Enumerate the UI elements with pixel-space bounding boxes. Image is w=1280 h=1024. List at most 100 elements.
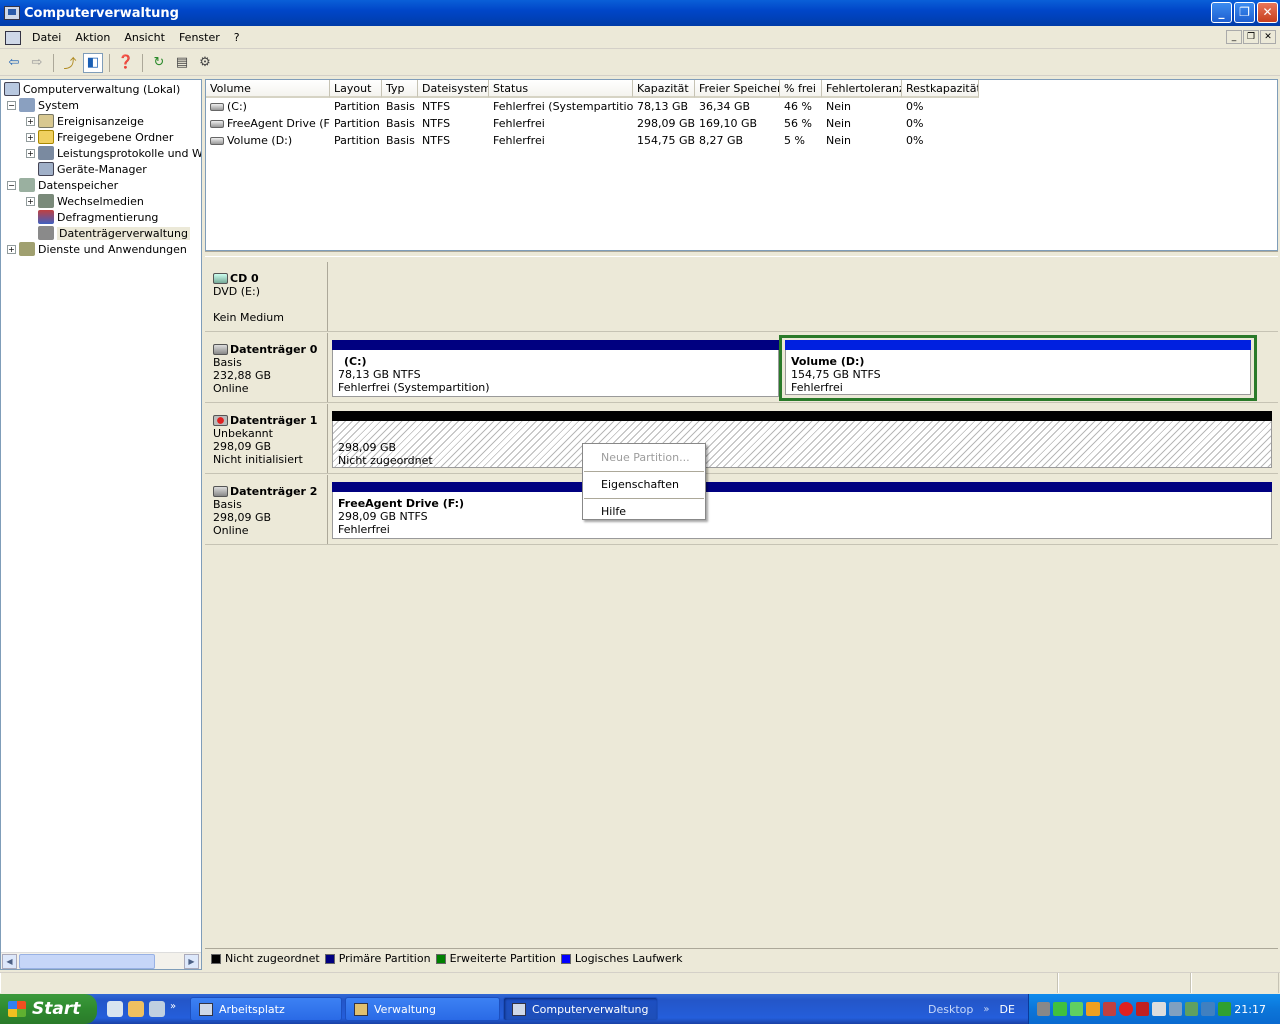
mdi-icon[interactable] [5, 30, 21, 45]
chevron-right-icon[interactable]: » [983, 1004, 989, 1015]
collapse-icon[interactable]: − [7, 100, 16, 110]
unallocated-bar [332, 411, 1272, 421]
tray-icon[interactable] [1086, 1002, 1100, 1016]
properties-icon[interactable]: ▤ [172, 53, 192, 73]
tree-item-event-viewer[interactable]: + Ereignisanzeige [26, 113, 144, 129]
menu-aktion[interactable]: Aktion [68, 27, 117, 49]
tree-item-shared-folders[interactable]: + Freigegebene Ordner [26, 129, 173, 145]
menu-fenster[interactable]: Fenster [172, 27, 227, 49]
clock[interactable]: 21:17 [1234, 1003, 1266, 1016]
hard-disk-icon [213, 344, 228, 355]
legend-swatch [324, 954, 335, 964]
pane-splitter[interactable] [205, 251, 1278, 257]
menu-item-help[interactable]: Hilfe [583, 501, 705, 523]
tray-icon[interactable] [1152, 1002, 1166, 1016]
task-button-verwaltung[interactable]: Verwaltung [345, 997, 500, 1021]
partition-f[interactable]: FreeAgent Drive (F:) 298,09 GB NTFS Fehl… [332, 482, 1272, 539]
minimize-button[interactable]: _ [1211, 2, 1232, 23]
collapse-icon[interactable]: − [7, 180, 16, 190]
settings-icon[interactable]: ⚙ [195, 53, 215, 73]
column-header-capacity[interactable]: Kapazität [633, 80, 695, 98]
column-header-overhead[interactable]: Restkapazität [902, 80, 979, 98]
up-folder-icon[interactable]: ⤴ [60, 53, 80, 73]
desktop-toolbar: Desktop » DE [928, 994, 1015, 1024]
tray-icon[interactable] [1201, 1002, 1215, 1016]
menu-datei[interactable]: Datei [25, 27, 68, 49]
tree-item-services[interactable]: + Dienste und Anwendungen [7, 241, 187, 257]
table-row[interactable]: Volume (D:) Partition Basis NTFS Fehlerf… [206, 132, 979, 149]
partition-d[interactable]: Volume (D:) 154,75 GB NTFS Fehlerfrei [785, 340, 1251, 395]
column-header-layout[interactable]: Layout [330, 80, 382, 98]
column-header-filesystem[interactable]: Dateisystem [418, 80, 489, 98]
menu-ansicht[interactable]: Ansicht [117, 27, 172, 49]
help-topic-icon[interactable]: ❓ [116, 53, 136, 73]
partition-d-selected[interactable]: Volume (D:) 154,75 GB NTFS Fehlerfrei [779, 335, 1257, 401]
quick-launch-icon[interactable] [128, 1001, 144, 1017]
column-header-type[interactable]: Typ [382, 80, 418, 98]
scroll-left-icon[interactable]: ◀ [2, 954, 17, 969]
table-row[interactable]: (C:) Partition Basis NTFS Fehlerfrei (Sy… [206, 98, 979, 115]
disk-label-1[interactable]: Datenträger 1 Unbekannt 298,09 GB Nicht … [207, 404, 328, 473]
tree-item-removable-storage[interactable]: + Wechselmedien [26, 193, 144, 209]
menu-item-properties[interactable]: Eigenschaften [583, 474, 705, 496]
unallocated-space[interactable]: 298,09 GB Nicht zugeordnet [332, 411, 1272, 468]
column-header-volume[interactable]: Volume [206, 80, 330, 98]
start-button[interactable]: Start [0, 994, 97, 1024]
back-arrow-icon[interactable]: ⇦ [4, 53, 24, 73]
desktop-toolbar-label[interactable]: Desktop [928, 1003, 973, 1016]
refresh-icon[interactable]: ↻ [149, 53, 169, 73]
mdi-minimize-button[interactable]: _ [1226, 30, 1242, 44]
tray-icon[interactable] [1102, 1002, 1117, 1016]
legend-primary: Primäre Partition [324, 952, 431, 965]
quick-launch-icon[interactable] [149, 1001, 165, 1017]
quick-launch-icon[interactable] [107, 1001, 123, 1017]
task-button-computerverwaltung[interactable]: Computerverwaltung [503, 997, 658, 1021]
table-row[interactable]: FreeAgent Drive (F:) Partition Basis NTF… [206, 115, 979, 132]
column-header-status[interactable]: Status [489, 80, 633, 98]
tree-item-system[interactable]: − System [7, 97, 79, 113]
expand-icon[interactable]: + [7, 244, 16, 254]
tray-icon[interactable] [1135, 1002, 1150, 1016]
tray-icon[interactable] [1037, 1002, 1051, 1016]
tray-icon[interactable] [1119, 1002, 1133, 1016]
partition-c[interactable]: (C:) 78,13 GB NTFS Fehlerfrei (Systempar… [332, 340, 779, 397]
menu-help[interactable]: ? [227, 27, 247, 49]
tree-item-defragmentation[interactable]: Defragmentierung [38, 209, 158, 225]
disk-label-0[interactable]: Datenträger 0 Basis 232,88 GB Online [207, 333, 328, 402]
tray-icon[interactable] [1217, 1002, 1232, 1016]
language-indicator[interactable]: DE [1000, 1003, 1015, 1016]
volume-list-header: Volume Layout Typ Dateisystem Status Kap… [206, 80, 979, 98]
chevron-right-icon[interactable]: » [170, 1001, 180, 1017]
scroll-right-icon[interactable]: ▶ [184, 954, 199, 969]
tree-item-performance-logs[interactable]: + Leistungsprotokolle und Warn [26, 145, 201, 161]
console-tree-toggle-icon[interactable]: ◧ [83, 52, 103, 73]
menu-separator [584, 498, 704, 499]
disk-label-2[interactable]: Datenträger 2 Basis 298,09 GB Online [207, 475, 328, 544]
disk-label-cd0[interactable]: CD 0 DVD (E:) Kein Medium [207, 262, 328, 331]
tray-icon[interactable] [1168, 1002, 1182, 1016]
expand-icon[interactable]: + [26, 196, 35, 206]
disk-row-1: Datenträger 1 Unbekannt 298,09 GB Nicht … [205, 404, 1278, 474]
forward-arrow-icon[interactable]: ⇨ [27, 53, 47, 73]
status-bar [0, 972, 1280, 994]
expand-icon[interactable]: + [26, 148, 35, 158]
tray-icon[interactable] [1053, 1002, 1067, 1016]
tray-icon[interactable] [1069, 1002, 1084, 1016]
column-header-free-space[interactable]: Freier Speicher [695, 80, 780, 98]
column-header-percent-free[interactable]: % frei [780, 80, 822, 98]
tree-item-storage[interactable]: − Datenspeicher [7, 177, 118, 193]
column-header-fault-tolerance[interactable]: Fehlertoleranz [822, 80, 902, 98]
expand-icon[interactable]: + [26, 132, 35, 142]
tree-item-root[interactable]: Computerverwaltung (Lokal) [4, 81, 180, 97]
mdi-close-button[interactable]: ✕ [1260, 30, 1276, 44]
maximize-button[interactable]: ❐ [1234, 2, 1255, 23]
tree-item-device-manager[interactable]: Geräte-Manager [38, 161, 147, 177]
tree-item-disk-management[interactable]: Datenträgerverwaltung [38, 225, 190, 241]
expand-icon[interactable]: + [26, 116, 35, 126]
tree-horizontal-scrollbar[interactable]: ◀ ▶ [1, 952, 201, 969]
scroll-thumb[interactable] [19, 954, 155, 969]
close-button[interactable]: ✕ [1257, 2, 1278, 23]
mdi-restore-button[interactable]: ❐ [1243, 30, 1259, 44]
task-button-arbeitsplatz[interactable]: Arbeitsplatz [190, 997, 342, 1021]
tray-icon[interactable] [1184, 1002, 1199, 1016]
